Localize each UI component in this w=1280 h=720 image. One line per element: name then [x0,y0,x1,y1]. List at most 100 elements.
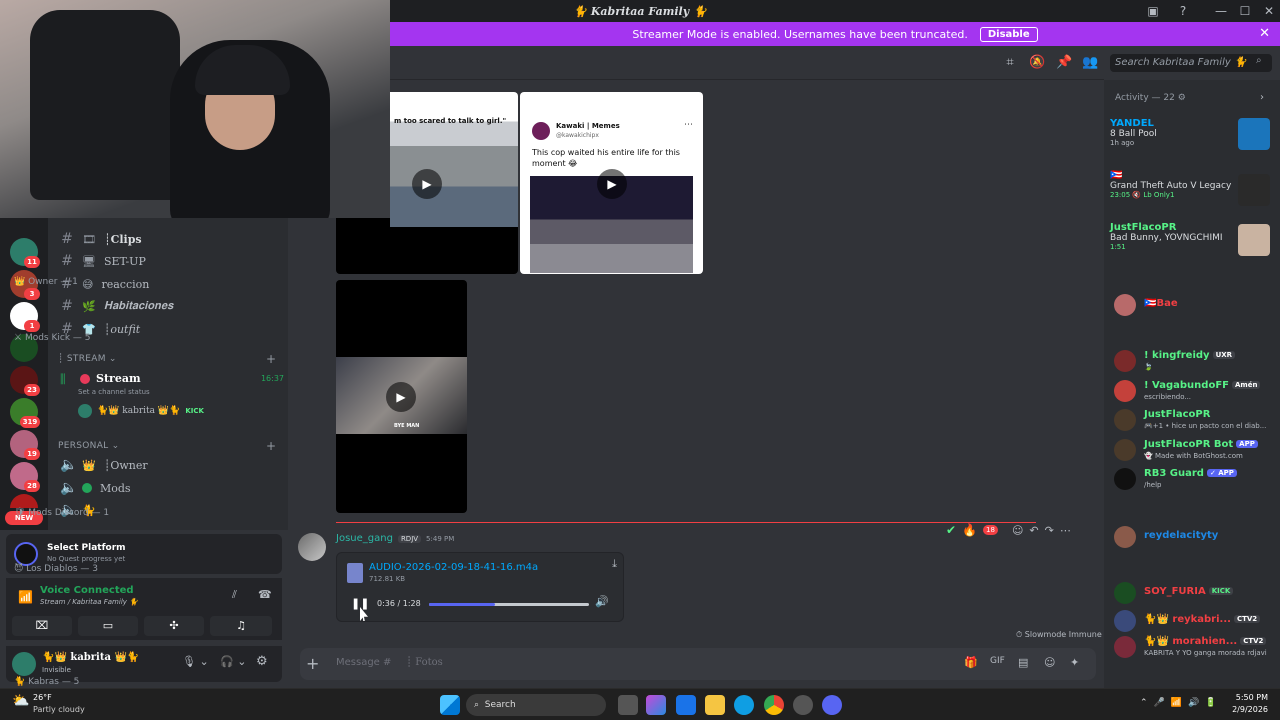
tweet-embed[interactable]: Kawaki | Memes @kawakichipx ⋯ This cop w… [520,92,703,274]
file-explorer-icon[interactable] [705,695,725,715]
noise-suppression-icon[interactable]: ⫽ [232,588,237,602]
notifications-muted-icon[interactable]: 🔕 [1029,55,1045,71]
channel-item-habitaciones[interactable]: # 🌿 𝐇𝐚𝐛𝐢𝐭𝐚𝐜𝐢𝐨𝐧𝐞𝐬 [54,295,280,317]
member-item[interactable]: ! kingfreidy UXR 🍃 [1114,348,1274,376]
channel-item-setup[interactable]: # 🖥 SET-UP [54,250,280,272]
member-item[interactable]: 🇵🇷Bae [1114,292,1274,320]
member-item[interactable]: 🐈👑 reykabri... CTV2 [1114,608,1274,636]
close-icon[interactable]: ✕ [1259,26,1270,41]
check-icon[interactable]: ✔ [946,523,956,537]
avatar [1114,294,1136,316]
screen-share-button[interactable]: ▭ [78,616,138,636]
github-icon[interactable] [793,695,813,715]
member-item[interactable]: ! VagabundoFF Amén escribiendo... [1114,378,1274,406]
chevron-right-icon[interactable]: › [1260,92,1264,103]
edge-icon[interactable] [734,695,754,715]
member-item[interactable]: 🐈👑 morahien... CTV2 KABRITA Y YO ganga mo… [1114,634,1274,662]
add-attachment-icon[interactable]: + [306,654,319,673]
outlook-icon[interactable] [676,695,696,715]
voice-channel-mods[interactable]: 🔈 Mods [54,477,280,499]
disable-button[interactable]: Disable [979,26,1038,42]
category-personal[interactable]: PERSONAL ⌄ [58,441,119,451]
headphones-icon[interactable]: 🎧 ⌄ [220,655,246,668]
chrome-icon[interactable] [764,695,784,715]
group-header-mods-kick: ⚔ Mods Kick — 5 [14,333,91,343]
file-icon [347,563,363,583]
more-icon[interactable]: ⋯ [1060,524,1071,537]
task-view-icon[interactable] [618,695,638,715]
audio-progress-track[interactable] [429,603,589,606]
play-icon[interactable]: ▶ [386,382,416,412]
pin-icon[interactable]: 📌 [1056,55,1072,71]
system-tray-icons[interactable]: ⌃🎤📶🔊🔋 [1140,698,1222,708]
camera-off-button[interactable]: ⌧ [12,616,72,636]
volume-icon[interactable]: 🔊 [595,595,609,608]
forward-icon[interactable]: ↷ [1045,524,1054,537]
member-item[interactable]: RB3 Guard ✓ APP /help [1114,466,1274,494]
channel-item-clips[interactable]: # 🎞 ┊Clips [54,228,280,250]
settings-icon[interactable]: ⚙ [256,654,268,669]
member-item[interactable]: SOY_FURIA KICK [1114,580,1274,608]
member-item[interactable]: JustFlacoPR 🎮+1 • hice un pacto con el d… [1114,407,1274,435]
avatar[interactable] [298,533,326,561]
channel-item-reaccion[interactable]: # 😅 reaccion [54,273,280,295]
download-icon[interactable]: ⤓ [612,557,617,571]
taskbar-search[interactable]: ⌕ Search [466,694,606,716]
activity-card[interactable]: JustFlacoPR Bad Bunny, YOVNGCHIMI 1:51 [1110,222,1270,262]
gif-icon[interactable]: GIF [990,656,1005,666]
add-channel-icon[interactable]: + [266,439,276,453]
more-icon[interactable]: ⋯ [684,120,693,130]
emoji-icon[interactable]: ☺ [1044,656,1055,669]
add-reaction-icon[interactable]: ☺ [1012,524,1023,537]
microphone-icon[interactable]: 🎙 ⌄ [182,655,209,668]
voice-channel-stream[interactable]: ⫼ Stream 16:37 Set a channel status [58,372,284,406]
clock-time[interactable]: 5:50 PM [1232,693,1268,702]
search-input[interactable]: Search Kabritaa Family 🐈 [1110,54,1272,72]
avatar [1114,380,1136,402]
windows-start-icon[interactable] [440,695,460,715]
activity-card[interactable]: YANDEL 8 Ball Pool 1h ago [1110,118,1270,158]
group-header-kabras: 🐈 Kabras — 5 [14,677,80,687]
play-icon[interactable]: ▶ [412,169,442,199]
members-icon[interactable]: 👥 [1082,55,1098,71]
close-window-icon[interactable]: ✕ [1254,0,1280,22]
server-icon[interactable] [10,494,38,508]
weather-desc: Partly cloudy [33,705,85,714]
voice-user[interactable]: 🐈👑 kabrita 👑🐈 KICK [78,404,204,418]
clock-date[interactable]: 2/9/2026 [1222,705,1268,714]
activity-card[interactable]: 🇵🇷 Grand Theft Auto V Legacy 23:05 🔇 Lb … [1110,170,1270,210]
member-item[interactable]: JustFlacoPR Bot APP 👻 Made with BotGhost.… [1114,437,1274,465]
weather-icon[interactable]: ⛅ [12,693,29,709]
activities-button[interactable]: ✣ [144,616,204,636]
voice-channel-owner[interactable]: 🔈 👑 ┊Owner [54,454,280,476]
apps-icon[interactable]: ✦ [1070,656,1079,669]
soundboard-button[interactable]: ♫ [210,616,272,636]
channel-status[interactable]: Set a channel status [78,388,150,396]
threads-icon[interactable]: ⌗ [1002,55,1018,71]
copilot-icon[interactable] [646,695,666,715]
message-author[interactable]: Josue_gang [336,533,393,544]
member-name-row: ! kingfreidy UXR [1144,350,1236,361]
play-icon[interactable]: ▶ [597,169,627,199]
voice-status[interactable]: Voice Connected [40,585,134,596]
member-item[interactable]: reydelacityty [1114,524,1274,552]
server-rail: 11 3 1 23 319 19 28 [0,218,48,530]
add-channel-icon[interactable]: + [266,352,276,366]
user-name-row[interactable]: 🐈👑 kabrita 👑🐈 [42,652,139,663]
help-icon[interactable]: ? [1168,0,1198,22]
reply-icon[interactable]: ↶ [1029,524,1038,537]
sticker-icon[interactable]: ▤ [1018,656,1028,669]
category-stream[interactable]: ┊ STREAM ⌄ [58,354,117,364]
video-embed-3[interactable]: BYE MAN ▶ [336,280,467,513]
voice-location[interactable]: Stream / Kabritaa Family 🐈 [40,598,138,606]
reaction-count[interactable]: 18 [983,525,998,535]
avatar[interactable] [12,652,36,676]
message-input[interactable]: + Message # ┊ Fotos 🎁 GIF ▤ ☺ ✦ [300,648,1096,680]
discord-icon[interactable] [822,695,842,715]
gift-icon[interactable]: 🎁 [964,656,978,669]
fire-icon[interactable]: 🔥 [962,523,977,537]
inbox-icon[interactable]: ▣ [1138,0,1168,22]
audio-filename[interactable]: AUDIO-2026-02-09-18-41-16.m4a [369,562,538,573]
disconnect-icon[interactable]: ☎ [258,588,272,601]
audio-size: 712.81 KB [369,575,406,583]
